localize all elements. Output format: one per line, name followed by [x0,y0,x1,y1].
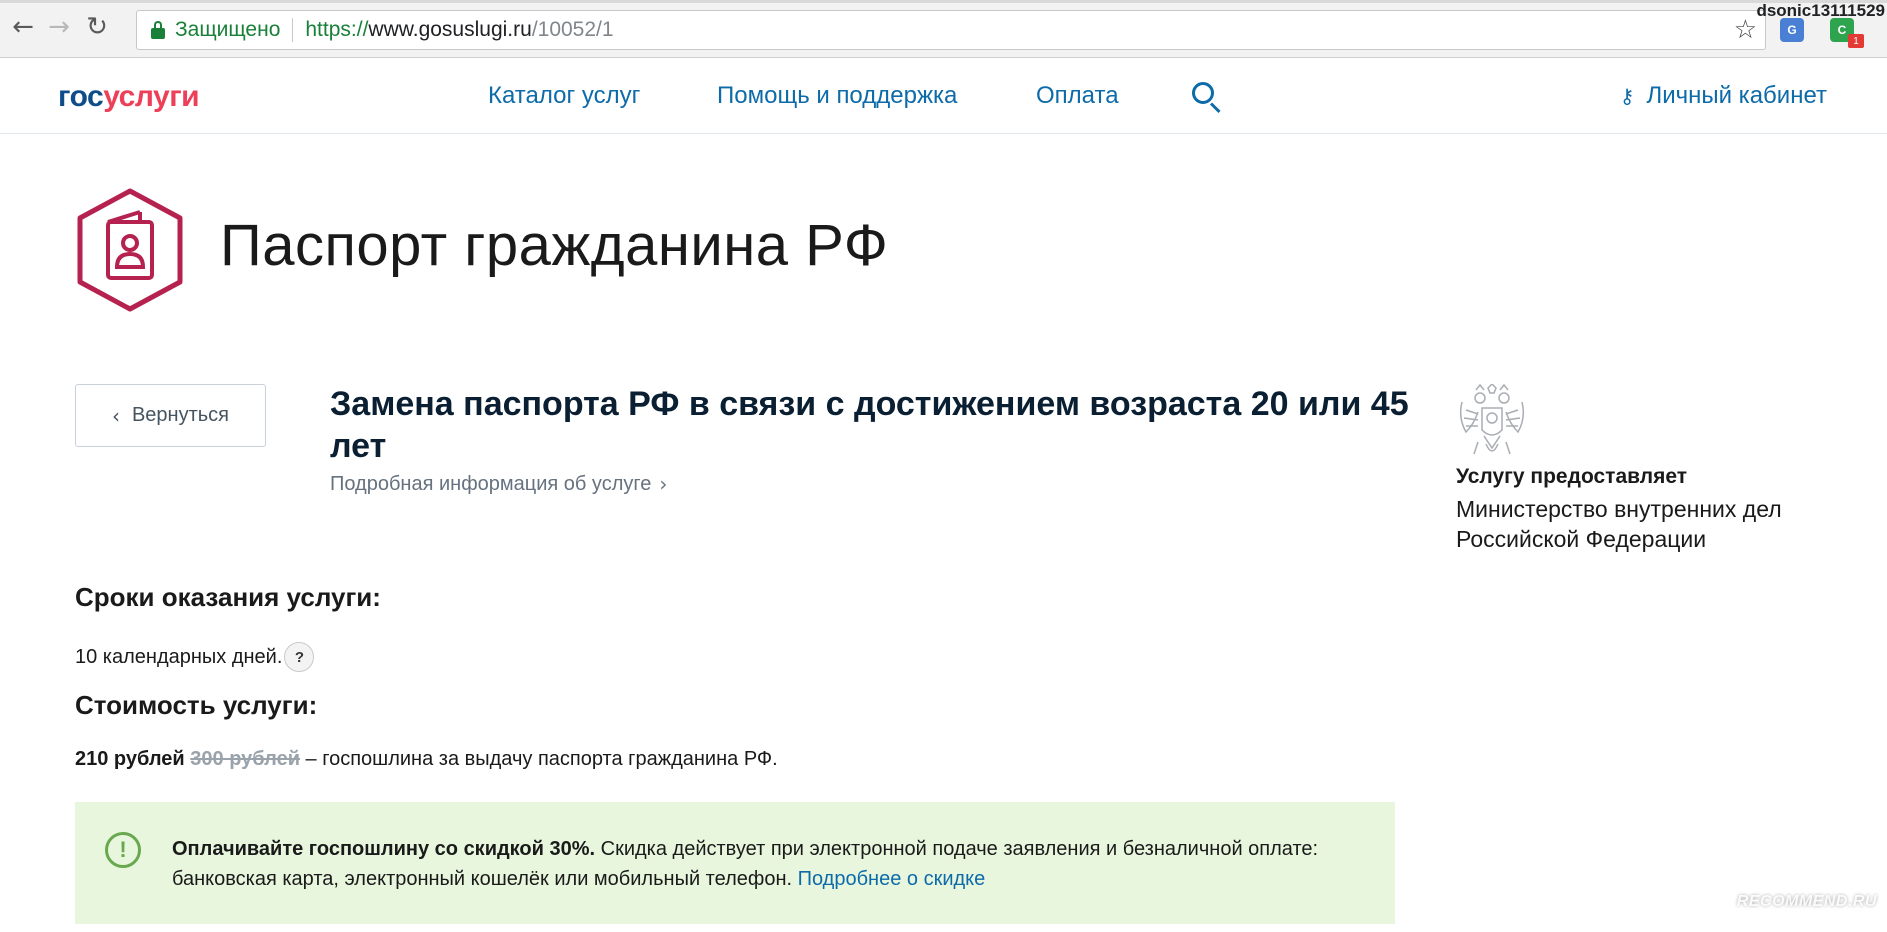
profile-name[interactable]: dsonic13111529 [1756,1,1885,21]
page-title: Паспорт гражданина РФ [220,213,889,278]
logo-part-gos: гос [58,80,104,113]
service-info-link[interactable]: Подробная информация об услуге › [330,472,667,496]
bookmark-star-icon[interactable]: ☆ [1734,15,1757,45]
provider-name: Министерство внутренних дел Российской Ф… [1456,496,1782,552]
browser-toolbar: ← → ↻ Защищено https:// www.gosuslugi.ru… [0,0,1887,58]
service-info-label: Подробная информация об услуге [330,472,652,495]
search-icon[interactable] [1190,80,1224,114]
forward-arrow-icon[interactable]: → [46,12,72,42]
key-icon: ⚷ [1619,84,1635,108]
cost-line: 210 рублей 300 рублей – госпошлина за вы… [75,748,778,771]
discount-text: Оплачивайте госпошлину со скидкой 30%. С… [172,834,1352,894]
nav-catalog-link[interactable]: Каталог услуг [488,82,640,110]
url-protocol: https:// [305,18,369,41]
discount-details-link[interactable]: Подробнее о скидке [798,868,986,890]
current-price: 210 рублей [75,748,185,770]
exclamation-icon: ! [105,832,141,868]
address-bar[interactable]: Защищено https:// www.gosuslugi.ru /1005… [136,10,1766,50]
lock-icon [151,21,165,39]
extension-badge: 1 [1848,34,1864,48]
terms-heading: Сроки оказания услуги: [75,582,381,612]
personal-cabinet-label: Личный кабинет [1646,82,1827,109]
back-arrow-icon[interactable]: ← [10,12,36,42]
watermark: RECOMMEND.RU [1736,893,1877,910]
cost-heading: Стоимость услуги: [75,690,318,720]
nav-help-link[interactable]: Помощь и поддержка [717,82,957,110]
translate-extension-icon[interactable]: G [1780,18,1804,42]
tab-strip [0,0,1887,3]
chevron-left-icon: ‹ [111,403,120,428]
terms-value: 10 календарных дней. [75,645,283,668]
back-button[interactable]: ‹ Вернуться [75,384,266,447]
url-path: /10052/1 [531,18,614,41]
personal-cabinet-link[interactable]: ⚷ Личный кабинет [1620,82,1827,110]
old-price: 300 рублей [190,748,300,770]
site-header: гос услуги Каталог услуг Помощь и поддер… [0,58,1887,134]
terms-value-row: 10 календарных дней. ? [75,642,315,672]
provider-label: Услугу предоставляет [1456,465,1688,488]
chevron-right-icon: › [659,472,668,496]
omnibox-divider [292,18,294,42]
reload-icon[interactable]: ↻ [84,12,110,42]
url-host: www.gosuslugi.ru [368,18,532,41]
back-button-label: Вернуться [131,404,230,426]
discount-notice: ! Оплачивайте госпошлину со скидкой 30%.… [75,802,1395,924]
nav-payment-link[interactable]: Оплата [1036,82,1119,110]
coat-of-arms-icon [1459,384,1525,455]
help-question-icon[interactable]: ? [284,642,315,672]
discount-bold-text: Оплачивайте госпошлину со скидкой 30%. [172,838,596,860]
logo-part-uslugi: услуги [103,80,200,113]
cost-description: – госпошлина за выдачу паспорта граждани… [300,748,778,770]
secure-label: Защищено [175,18,281,41]
service-title: Замена паспорта РФ в связи с достижением… [330,385,1409,465]
gosuslugi-logo[interactable]: гос услуги [58,80,200,114]
passport-icon [77,188,183,312]
